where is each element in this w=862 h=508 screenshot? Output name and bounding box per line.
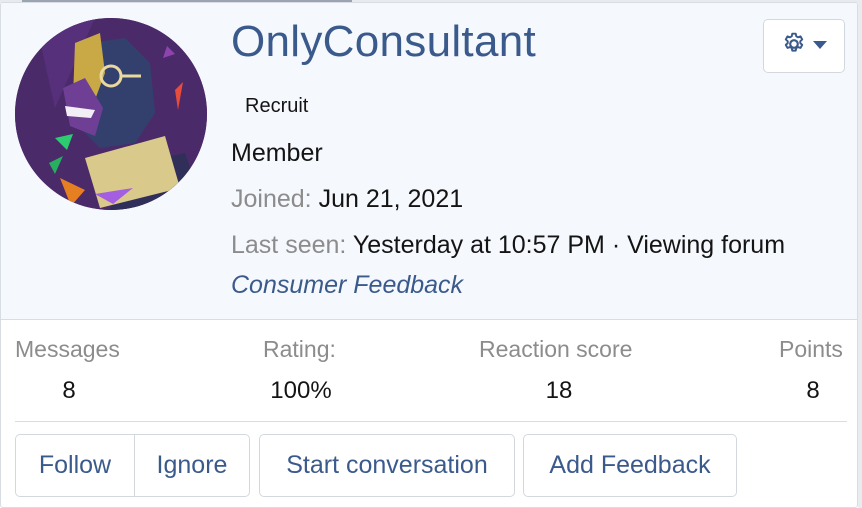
gear-icon (781, 31, 807, 62)
caret-down-icon (813, 37, 827, 55)
page-edge (858, 0, 862, 508)
stat-rating: Rating: 100% (263, 336, 339, 405)
stat-label: Rating: (263, 336, 336, 362)
stat-value: 8 (806, 377, 820, 404)
member-tooltip-card: OnlyConsultant Recruit Member Joined: Ju… (0, 2, 858, 508)
stat-label: Messages (15, 336, 120, 362)
stats-divider (15, 421, 847, 422)
avatar[interactable] (15, 18, 207, 210)
username[interactable]: OnlyConsultant (231, 17, 536, 67)
stat-label: Points (779, 336, 843, 362)
member-menu-button[interactable] (763, 19, 845, 73)
add-feedback-button[interactable]: Add Feedback (523, 434, 737, 497)
stat-value: 18 (545, 377, 573, 404)
joined-info: Joined: Jun 21, 2021 (231, 185, 463, 214)
last-seen-info: Last seen: Yesterday at 10:57 PM · Viewi… (231, 231, 785, 260)
forum-link[interactable]: Consumer Feedback (231, 271, 463, 300)
member-header: OnlyConsultant Recruit Member Joined: Ju… (1, 3, 857, 320)
ignore-button[interactable]: Ignore (134, 434, 250, 497)
joined-label: Joined: (231, 185, 312, 213)
stat-label: Reaction score (479, 336, 633, 362)
stat-points[interactable]: Points 8 (779, 336, 847, 405)
stat-value: 100% (270, 377, 332, 404)
joined-date: Jun 21, 2021 (318, 185, 464, 213)
start-conversation-button[interactable]: Start conversation (259, 434, 515, 497)
last-seen-value: Yesterday at 10:57 PM · Viewing forum (352, 231, 786, 259)
user-banner: Member (231, 139, 323, 167)
stat-messages[interactable]: Messages 8 (15, 336, 123, 405)
last-seen-label: Last seen: (231, 231, 347, 259)
user-title: Recruit (245, 95, 309, 117)
stat-value: 8 (62, 377, 76, 404)
avatar-image (15, 18, 207, 210)
stat-reaction-score[interactable]: Reaction score 18 (479, 336, 639, 405)
follow-button[interactable]: Follow (15, 434, 135, 497)
